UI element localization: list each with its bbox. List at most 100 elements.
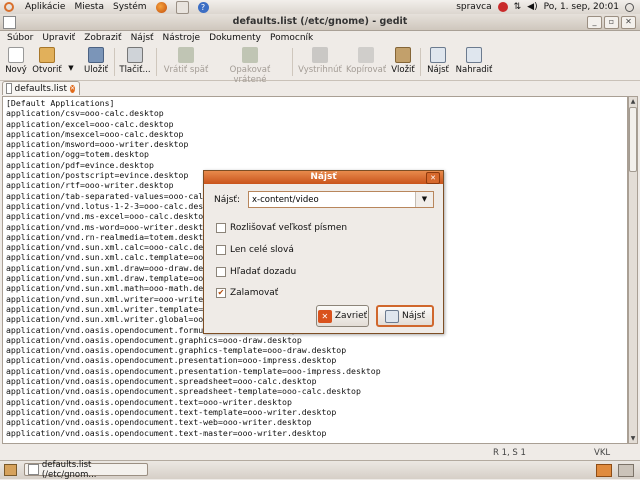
match-case-checkbox[interactable]: Rozlišovať veľkosť písmen (216, 223, 347, 233)
vertical-scrollbar[interactable]: ▲ ▼ (628, 96, 638, 444)
maximize-button[interactable]: ▫ (604, 16, 619, 29)
ubuntu-logo-icon[interactable] (4, 2, 14, 12)
close-tab-icon[interactable]: ✕ (69, 84, 75, 93)
replace-button[interactable]: Nahradiť (454, 46, 494, 78)
document-icon (6, 83, 12, 94)
menu-search[interactable]: Nájsť (131, 33, 154, 43)
redo-icon (242, 47, 258, 63)
search-backwards-checkbox[interactable]: Hľadať dozadu (216, 267, 296, 277)
menu-help[interactable]: Pomocník (270, 33, 313, 43)
find-label: Nájsť: (214, 195, 240, 205)
close-window-button[interactable]: ✕ (621, 16, 636, 29)
find-input[interactable] (249, 192, 414, 207)
scrollbar-thumb[interactable] (629, 107, 637, 172)
editor-line: application/vnd.oasis.opendocument.graph… (6, 345, 347, 356)
editor-line: application/excel=ooo-calc.desktop (6, 118, 174, 129)
cut-button[interactable]: Vystrihnúť (298, 46, 342, 78)
close-icon: ✕ (317, 309, 332, 323)
mail-launcher-icon[interactable] (175, 0, 189, 14)
editor-line: application/vnd.oasis.opendocument.sprea… (6, 376, 317, 387)
network-icon[interactable]: ⇅ (514, 2, 522, 12)
wrap-around-checkbox[interactable]: ✔ Zalamovať (216, 288, 278, 298)
menu-file[interactable]: Súbor (7, 33, 33, 43)
window-titlebar[interactable]: defaults.list (/etc/gnome) - gedit _ ▫ ✕ (0, 14, 640, 31)
editor-line: application/vnd.oasis.opendocument.text-… (6, 427, 327, 438)
cut-label: Vystrihnúť (298, 65, 342, 75)
editor-line: application/vnd.oasis.opendocument.sprea… (6, 386, 361, 397)
menu-view[interactable]: Zobraziť (84, 33, 121, 43)
close-button[interactable]: ✕ Zavrieť (316, 305, 369, 327)
user-name[interactable]: spravca (456, 2, 491, 12)
open-label: Otvoriť (32, 65, 62, 75)
editor-line: [Default Applications] (6, 98, 115, 108)
new-button[interactable]: Nový (4, 46, 28, 78)
save-button[interactable]: Uložiť (82, 46, 110, 78)
menu-tools[interactable]: Nástroje (163, 33, 201, 43)
minimize-button[interactable]: _ (587, 16, 602, 29)
toolbar: Nový Otvoriť ▼ Uložiť Tlačiť... Vrátiť s… (0, 44, 640, 85)
gedit-task-icon (28, 464, 39, 475)
paste-button[interactable]: Vložiť (390, 46, 416, 78)
find-button[interactable]: Nájsť (376, 305, 434, 327)
dialog-close-icon[interactable]: ✕ (426, 172, 440, 184)
find-combo[interactable]: ▼ (248, 191, 434, 208)
scroll-down-icon[interactable]: ▼ (629, 434, 637, 443)
checkbox-box[interactable] (216, 223, 226, 233)
help-launcher-icon[interactable]: ? (197, 1, 209, 13)
insert-mode: VKL (594, 448, 611, 458)
menu-system[interactable]: Systém (113, 0, 147, 14)
editor-line: application/vnd.oasis.opendocument.text-… (6, 406, 337, 417)
update-notifier-icon[interactable] (497, 2, 508, 12)
print-button[interactable]: Tlačiť... (118, 46, 152, 78)
undo-label: Vrátiť späť (163, 65, 209, 75)
editor-line: application/vnd.oasis.opendocument.prese… (6, 355, 337, 366)
whole-words-label: Len celé slová (230, 245, 294, 255)
firefox-launcher-icon[interactable] (155, 1, 167, 13)
show-desktop-icon[interactable] (4, 464, 17, 476)
menu-applications[interactable]: Aplikácie (25, 0, 65, 14)
replace-label: Nahradiť (455, 65, 493, 75)
open-recent-dropdown[interactable]: ▼ (66, 46, 76, 78)
redo-button[interactable]: Opakovať vrátené (212, 46, 288, 85)
search-backwards-label: Hľadať dozadu (230, 267, 297, 277)
find-toolbar-button[interactable]: Nájsť (425, 46, 451, 78)
menu-edit[interactable]: Upraviť (42, 33, 75, 43)
print-icon (127, 47, 143, 63)
print-label: Tlačiť... (119, 65, 151, 75)
tab-bar: defaults.list ✕ (0, 81, 640, 96)
editor-line: application/msexcel=ooo-calc.desktop (6, 128, 184, 139)
checkbox-box[interactable] (216, 267, 226, 277)
clock[interactable]: Po, 1. sep, 20:01 (544, 2, 619, 12)
trash-icon[interactable] (618, 464, 634, 477)
power-icon[interactable] (625, 2, 634, 12)
volume-icon[interactable]: ◀) (527, 2, 537, 12)
checkbox-checked-icon[interactable]: ✔ (216, 288, 226, 298)
scroll-up-icon[interactable]: ▲ (629, 97, 637, 106)
taskbar-item-gedit[interactable]: defaults.list (/etc/gnom... (24, 460, 148, 480)
dialog-title[interactable]: Nájsť (204, 171, 443, 184)
workspace-switcher-icon[interactable] (596, 464, 612, 477)
new-label: Nový (5, 65, 27, 75)
editor-line: application/vnd.oasis.opendocument.prese… (6, 365, 381, 376)
tab-defaults-list[interactable]: defaults.list ✕ (2, 81, 80, 95)
menu-places[interactable]: Miesta (74, 0, 104, 14)
chevron-down-icon[interactable]: ▼ (415, 192, 433, 207)
copy-button[interactable]: Kopírovať (346, 46, 386, 78)
find-toolbar-label: Nájsť (427, 65, 449, 75)
undo-icon (178, 47, 194, 63)
undo-button[interactable]: Vrátiť späť (162, 46, 210, 78)
editor-line: application/ogg=totem.desktop (6, 149, 149, 160)
wrap-around-label: Zalamovať (230, 288, 279, 298)
status-bar: R 1, S 1 VKL (0, 446, 640, 459)
whole-words-checkbox[interactable]: Len celé slová (216, 245, 294, 255)
cursor-position: R 1, S 1 (493, 448, 526, 458)
menu-documents[interactable]: Dokumenty (209, 33, 261, 43)
checkbox-box[interactable] (216, 245, 226, 255)
window-title: defaults.list (/etc/gnome) - gedit (232, 16, 408, 27)
editor-line: application/csv=ooo-calc.desktop (6, 108, 164, 119)
open-button[interactable]: Otvoriť (32, 46, 62, 78)
find-button-label: Nájsť (402, 311, 425, 321)
bottom-panel: defaults.list (/etc/gnom... (0, 460, 640, 480)
match-case-label: Rozlišovať veľkosť písmen (230, 223, 348, 233)
new-icon (8, 47, 24, 63)
